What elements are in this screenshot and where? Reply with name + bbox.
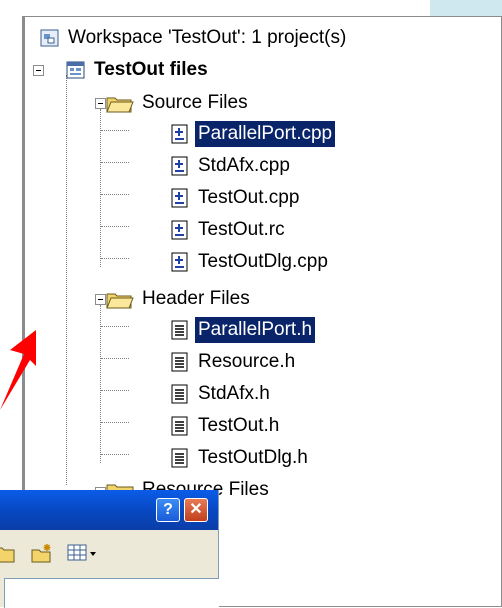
dialog-titlebar[interactable]: ? ✕ — [0, 490, 218, 530]
collapse-toggle-project[interactable] — [33, 65, 44, 76]
file-label: ParallelPort.cpp — [195, 121, 336, 147]
file-label: TestOut.rc — [198, 219, 285, 240]
tree-connector — [101, 162, 129, 163]
tree-file-item[interactable]: ParallelPort.cpp — [169, 119, 336, 149]
tree-connector — [101, 130, 129, 131]
tree-connector — [101, 326, 129, 327]
folder-label: Header Files — [142, 288, 250, 309]
header-file-icon — [169, 447, 191, 469]
close-button[interactable]: ✕ — [184, 498, 208, 522]
tree-connector — [101, 454, 129, 455]
header-file-icon — [169, 351, 191, 373]
tree-connector — [101, 390, 129, 391]
file-label: TestOut.h — [198, 415, 280, 436]
file-label: TestOutDlg.cpp — [198, 251, 328, 272]
tree-connector — [100, 305, 101, 463]
tree-file-item[interactable]: TestOut.h — [169, 411, 282, 441]
dialog-window[interactable]: ? ✕ — [0, 490, 219, 608]
tree-file-item[interactable]: StdAfx.h — [169, 379, 273, 409]
file-label: ParallelPort.h — [195, 317, 316, 343]
source-file-icon — [169, 219, 191, 241]
tree-file-item[interactable]: Resource.h — [169, 347, 298, 377]
tree-connector — [66, 75, 67, 485]
tree-connector — [101, 194, 129, 195]
tree-workspace-node[interactable]: Workspace 'TestOut': 1 project(s) — [39, 23, 349, 53]
file-label: StdAfx.cpp — [198, 155, 290, 176]
dialog-toolbar — [0, 534, 218, 574]
project-label: TestOut files — [94, 59, 208, 80]
file-label: TestOut.cpp — [198, 187, 300, 208]
tree-file-item[interactable]: TestOutDlg.h — [169, 443, 311, 473]
tree-connector — [101, 258, 129, 259]
tree-connector — [101, 226, 129, 227]
tree-file-item[interactable]: TestOutDlg.cpp — [169, 247, 331, 277]
dialog-file-list[interactable] — [4, 578, 219, 608]
tree-project-node[interactable]: TestOut files — [65, 55, 211, 85]
header-file-icon — [169, 319, 191, 341]
folder-label: Source Files — [142, 92, 248, 113]
source-file-icon — [169, 123, 191, 145]
tree-connector — [101, 422, 129, 423]
workspace-label: Workspace 'TestOut': 1 project(s) — [68, 27, 347, 48]
tree-file-item[interactable]: StdAfx.cpp — [169, 151, 293, 181]
folder-icon[interactable] — [0, 542, 16, 564]
new-folder-icon[interactable] — [30, 542, 54, 564]
header-file-icon — [169, 383, 191, 405]
source-file-icon — [169, 155, 191, 177]
tree-file-item[interactable]: TestOut.rc — [169, 215, 288, 245]
project-icon — [65, 59, 87, 81]
tree-connector — [100, 109, 101, 267]
file-label: StdAfx.h — [198, 383, 270, 404]
tree-folder-source-files[interactable]: Source Files — [105, 88, 251, 118]
tree-file-item[interactable]: TestOut.cpp — [169, 183, 302, 213]
header-file-icon — [169, 415, 191, 437]
source-file-icon — [169, 187, 191, 209]
source-file-icon — [169, 251, 191, 273]
view-menu-icon[interactable] — [66, 542, 100, 564]
workspace-icon — [39, 27, 61, 49]
tree-folder-header-files[interactable]: Header Files — [105, 284, 253, 314]
help-button[interactable]: ? — [156, 498, 180, 522]
file-label: TestOutDlg.h — [198, 447, 308, 468]
folder-open-icon — [105, 92, 135, 114]
file-label: Resource.h — [198, 351, 296, 372]
red-arrow-icon — [0, 330, 36, 410]
folder-open-icon — [105, 288, 135, 310]
tree-file-item[interactable]: ParallelPort.h — [169, 315, 316, 345]
tree-connector — [101, 358, 129, 359]
